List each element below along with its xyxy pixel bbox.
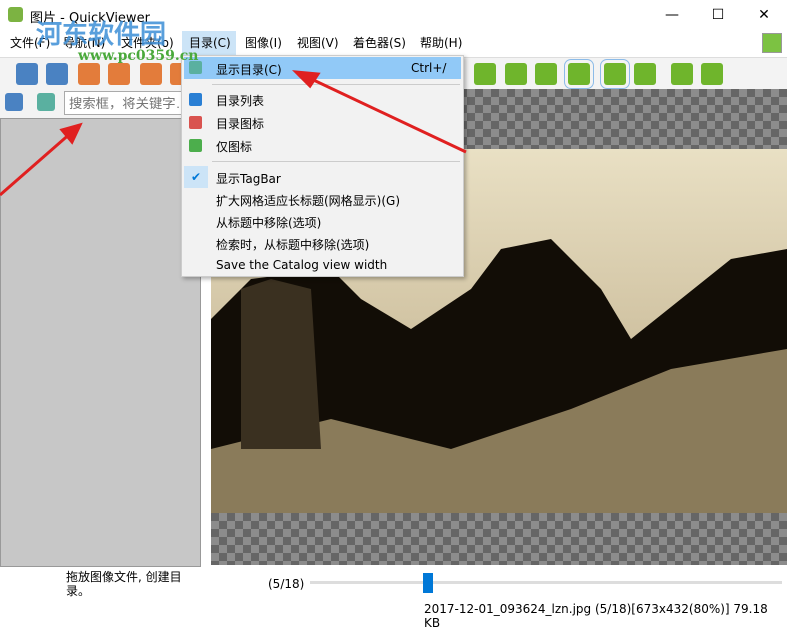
file-info: 2017-12-01_093624_lzn.jpg (5/18)[673x432…: [424, 602, 768, 630]
dual-page-icon[interactable]: [634, 63, 656, 85]
menu-item-remove-title[interactable]: 从标题中移除(选项): [216, 214, 321, 231]
zoom-in-icon[interactable]: [505, 63, 527, 85]
drop-hint: 拖放图像文件, 创建目录。: [66, 570, 182, 598]
watermark: 河东软件园: [36, 20, 167, 50]
minimize-button[interactable]: —: [649, 0, 695, 31]
check-icon: ✔: [184, 166, 208, 188]
prev-icon[interactable]: [16, 63, 38, 85]
fit-icon[interactable]: [564, 59, 594, 89]
catalog-panel[interactable]: [0, 118, 201, 567]
menu-item-remove-search[interactable]: 检索时，从标题中移除(选项): [216, 236, 369, 253]
list-icon: [189, 93, 202, 106]
fullscreen-icon[interactable]: [671, 63, 693, 85]
menu-shader[interactable]: 着色器(S): [353, 34, 406, 51]
edit-icon[interactable]: [762, 33, 782, 53]
menu-view[interactable]: 视图(V): [297, 34, 339, 51]
single-page-icon[interactable]: [600, 59, 630, 89]
grid-view-icon[interactable]: [5, 93, 23, 111]
shortcut: Ctrl+/: [411, 61, 447, 75]
menu-item-save-width[interactable]: Save the Catalog view width: [216, 258, 387, 272]
pin-icon[interactable]: [701, 63, 723, 85]
separator: [212, 84, 460, 85]
rewind-icon[interactable]: [78, 63, 100, 85]
icon-only-icon: [189, 139, 202, 152]
rotate-icon[interactable]: [474, 63, 496, 85]
menu-item-show-catalog[interactable]: 显示目录(C): [216, 61, 282, 78]
slider-thumb[interactable]: [423, 573, 433, 593]
close-button[interactable]: ✕: [741, 0, 787, 31]
app-icon: [8, 7, 23, 22]
menu-item-expand-grid[interactable]: 扩大网格适应长标题(网格显示)(G): [216, 192, 400, 209]
separator: [212, 161, 460, 162]
zoom-out-icon[interactable]: [535, 63, 557, 85]
page-counter: (5/18): [268, 577, 305, 591]
menu-image[interactable]: 图像(I): [245, 34, 282, 51]
first-icon[interactable]: [140, 63, 162, 85]
menu-item-tagbar[interactable]: 显示TagBar: [216, 170, 281, 187]
maximize-button[interactable]: ☐: [695, 0, 741, 31]
icons-icon: [189, 116, 202, 129]
menu-item-list[interactable]: 目录列表: [216, 92, 264, 109]
watermark-url: www.pc0359.cn: [78, 48, 199, 64]
fast-forward-icon[interactable]: [108, 63, 130, 85]
next-icon[interactable]: [46, 63, 68, 85]
menu-help[interactable]: 帮助(H): [420, 34, 462, 51]
page-slider[interactable]: [310, 581, 782, 584]
search-input[interactable]: [64, 91, 199, 115]
menu-item-icon-only[interactable]: 仅图标: [216, 138, 252, 155]
catalog-book-icon[interactable]: [37, 93, 55, 111]
menu-item-icons[interactable]: 目录图标: [216, 115, 264, 132]
